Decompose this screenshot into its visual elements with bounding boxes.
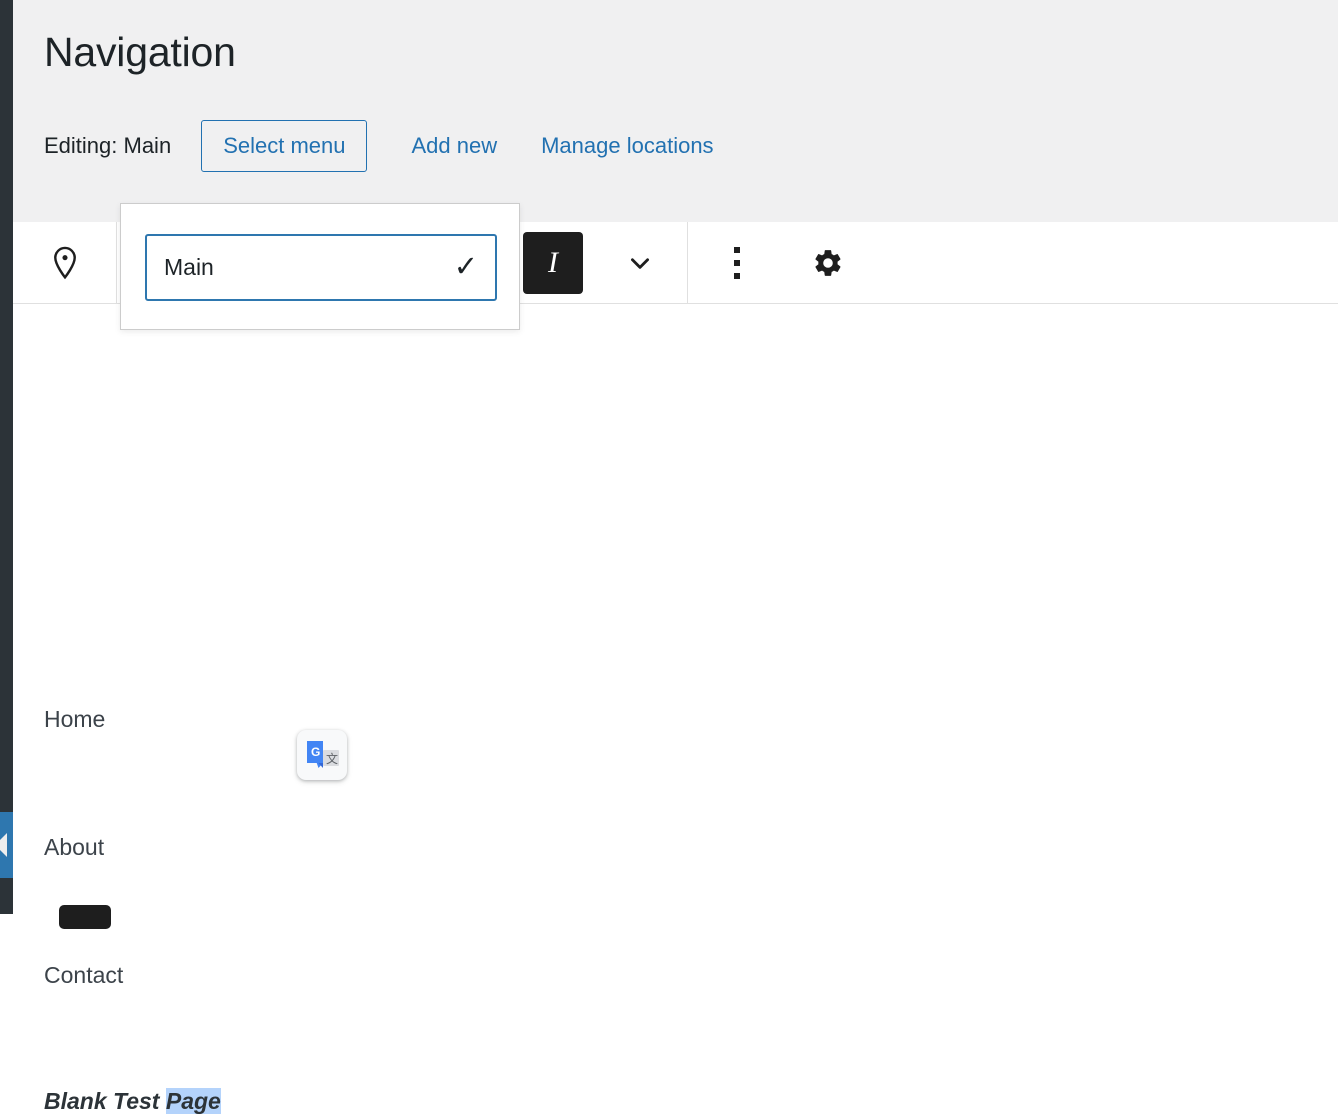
select-menu-button[interactable]: Select menu: [201, 120, 368, 172]
vertical-dots-icon: [734, 246, 740, 279]
check-icon: ✓: [453, 251, 478, 283]
toolbar-cell-settings: [786, 222, 870, 304]
navigation-items-list: Home About Contact Blank Test Page: [13, 304, 1338, 1114]
nav-item-text-selected: Page: [165, 1088, 221, 1114]
bottom-toolbar-chip[interactable]: [59, 905, 111, 929]
collapse-menu-arrow-icon: [0, 833, 7, 857]
location-pin-button[interactable]: [41, 239, 89, 287]
italic-button[interactable]: I: [523, 231, 583, 294]
select-menu-dropdown: Main ✓: [120, 203, 520, 330]
google-translate-button[interactable]: G 文: [297, 730, 347, 780]
add-new-link[interactable]: Add new: [411, 133, 497, 159]
nav-menu-item-contact[interactable]: Contact: [44, 962, 123, 989]
collapse-menu-button[interactable]: [0, 812, 13, 878]
toolbar-cell-more-formatting: [593, 221, 688, 304]
toolbar-cell-block-type: [13, 221, 117, 304]
page-header: Navigation Editing: Main Select menu Add…: [13, 0, 1338, 222]
svg-text:G: G: [311, 745, 320, 759]
svg-text:文: 文: [326, 751, 338, 766]
nav-menu-item-about[interactable]: About: [44, 834, 104, 861]
more-formatting-button[interactable]: [616, 239, 664, 287]
admin-sidebar-rail: [0, 0, 13, 914]
editing-label: Editing: Main: [44, 133, 172, 158]
gear-icon: [815, 249, 841, 276]
toolbar-cell-options: [688, 222, 786, 304]
toolbar-cell-italic: I: [523, 222, 593, 304]
block-options-button[interactable]: [713, 239, 761, 287]
nav-item-text-unselected: Blank Test: [44, 1088, 166, 1114]
header-actions-bar: Editing: Main Select menu Add new Manage…: [44, 112, 714, 180]
nav-menu-item-blank-test-page[interactable]: Blank Test Page: [44, 1088, 221, 1115]
manage-locations-link[interactable]: Manage locations: [541, 133, 713, 159]
nav-menu-item-home[interactable]: Home: [44, 706, 105, 733]
google-translate-icon: G 文: [307, 741, 339, 768]
menu-option-main[interactable]: Main ✓: [145, 234, 497, 301]
location-pin-icon: [53, 246, 76, 279]
page-title: Navigation: [44, 29, 236, 75]
chevron-down-icon: [631, 257, 649, 269]
settings-button[interactable]: [804, 239, 852, 287]
menu-option-label: Main: [164, 254, 214, 280]
